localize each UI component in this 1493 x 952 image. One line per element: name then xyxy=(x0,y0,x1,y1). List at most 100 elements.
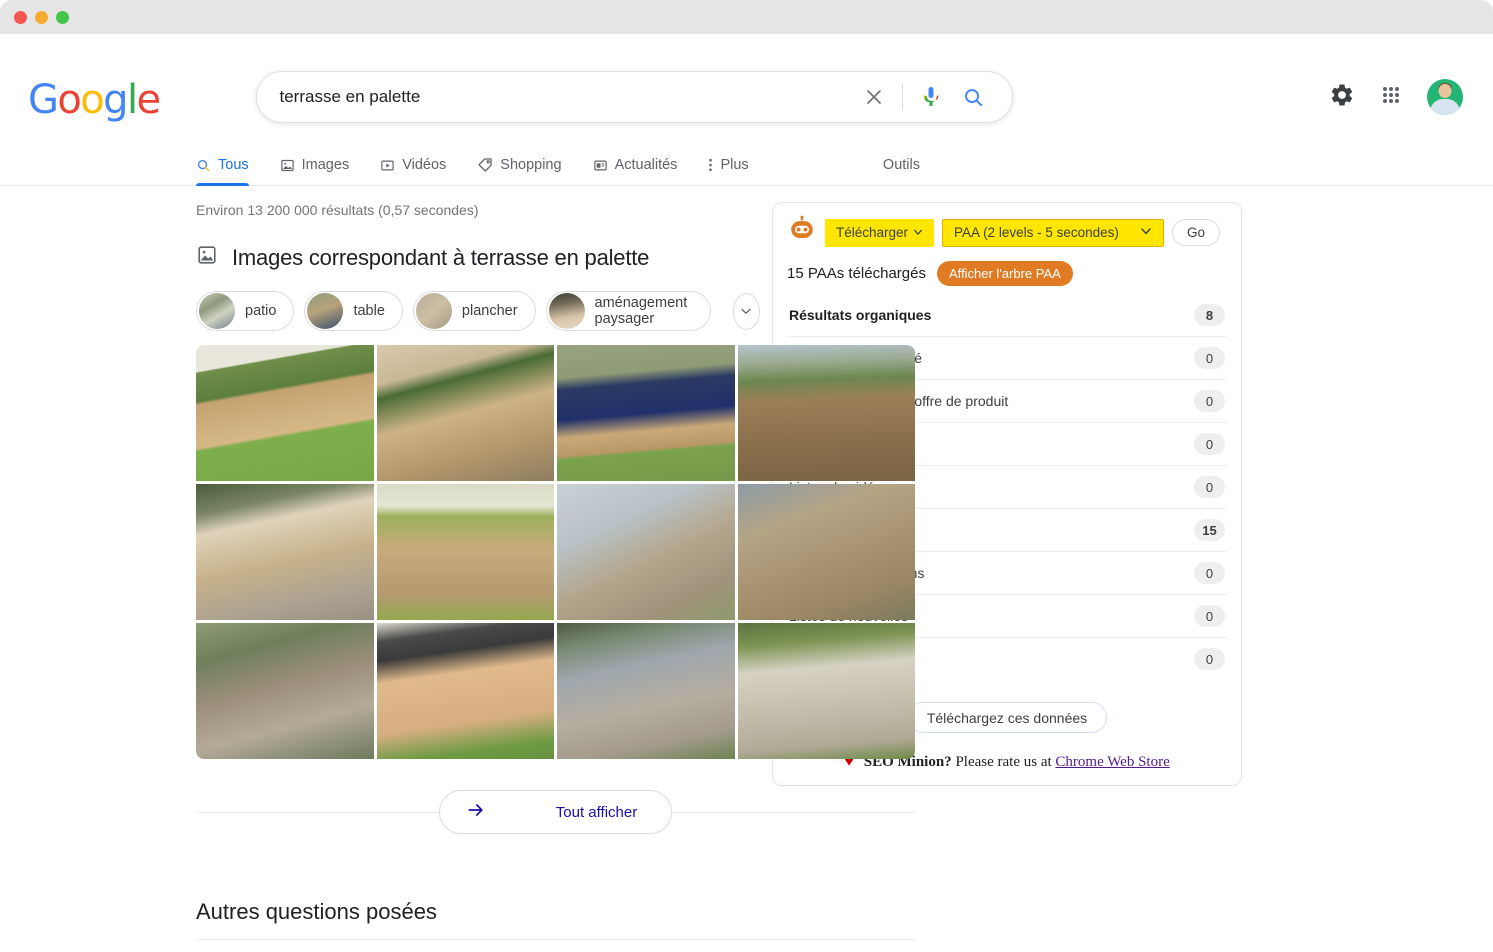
image-thumbnail[interactable] xyxy=(376,345,554,481)
image-refinement-chips: patio table plancher aménagement paysage… xyxy=(196,291,760,331)
video-icon xyxy=(380,158,395,173)
arrow-right-icon xyxy=(466,800,486,824)
row-count-badge: 15 xyxy=(1194,519,1225,541)
show-all-row: Tout afficher xyxy=(196,785,915,839)
chevron-down-icon[interactable] xyxy=(732,292,760,330)
image-thumbnail[interactable] xyxy=(737,623,915,759)
search-divider xyxy=(902,84,904,110)
tag-icon xyxy=(477,157,493,173)
images-block-title: Images correspondant à terrasse en palet… xyxy=(232,244,650,270)
seo-minion-status-row: 15 PAAs téléchargés Afficher l'arbre PAA xyxy=(787,261,1227,286)
chip-thumbnail xyxy=(415,293,452,329)
chip-amenagement-paysager[interactable]: aménagement paysager xyxy=(545,291,711,331)
voice-search-button[interactable] xyxy=(910,76,952,118)
close-window-button[interactable] xyxy=(14,10,27,24)
chip-thumbnail xyxy=(548,293,585,329)
traffic-lights xyxy=(14,10,69,24)
tab-shopping[interactable]: Shopping xyxy=(477,157,562,186)
image-thumbnail[interactable] xyxy=(376,623,554,759)
chip-label: table xyxy=(353,303,385,319)
row-count-badge: 0 xyxy=(1194,605,1225,627)
browser-titlebar xyxy=(0,0,1493,34)
image-thumbnail[interactable] xyxy=(376,484,554,620)
image-thumbnail[interactable] xyxy=(557,484,735,620)
chrome-web-store-link[interactable]: Chrome Web Store xyxy=(1055,754,1169,770)
clear-search-button[interactable] xyxy=(853,76,895,118)
chip-label: patio xyxy=(245,303,277,319)
avatar-head xyxy=(1438,84,1452,98)
download-label: Télécharger xyxy=(836,225,909,240)
tab-label: Images xyxy=(301,157,350,173)
google-logo[interactable]: Google xyxy=(28,74,161,120)
google-serp-page: Google terrasse en palette Tous Images V… xyxy=(0,34,1493,952)
images-block-header: Images correspondant à terrasse en palet… xyxy=(196,244,760,271)
chevron-down-icon xyxy=(913,225,923,240)
tab-label: Actualités xyxy=(614,157,678,173)
row-count-badge: 0 xyxy=(1194,433,1225,455)
tab-label: Plus xyxy=(720,157,749,173)
search-box-actions xyxy=(853,76,994,118)
tab-label: Tous xyxy=(218,157,249,173)
image-thumbnail[interactable] xyxy=(737,345,915,481)
chip-table[interactable]: table xyxy=(304,291,403,331)
paa-mode-value: PAA (2 levels - 5 secondes) xyxy=(954,225,1119,240)
tools-button[interactable]: Outils xyxy=(883,157,920,186)
image-thumbnail[interactable] xyxy=(196,345,374,481)
row-count-badge: 0 xyxy=(1194,476,1225,498)
paa-downloaded-count: 15 PAAs téléchargés xyxy=(787,265,926,282)
tab-actualites[interactable]: Actualités xyxy=(593,157,678,186)
row-count-badge: 0 xyxy=(1194,562,1225,584)
search-box[interactable] xyxy=(256,71,1014,123)
image-thumbnail[interactable] xyxy=(196,484,374,620)
chip-thumbnail xyxy=(199,293,235,329)
news-icon xyxy=(593,158,608,173)
serp-nav: Tous Images Vidéos Shopping Actualités P… xyxy=(0,138,1493,186)
chip-thumbnail xyxy=(307,293,344,329)
gear-icon[interactable] xyxy=(1329,82,1355,113)
tab-images[interactable]: Images xyxy=(280,157,350,186)
chip-label: plancher xyxy=(461,303,518,319)
avatar-body xyxy=(1430,99,1460,115)
image-thumbnail[interactable] xyxy=(557,345,735,481)
image-icon xyxy=(196,244,218,271)
row-label: Résultats organiques xyxy=(789,307,932,323)
paa-mode-select[interactable]: PAA (2 levels - 5 secondes) xyxy=(942,218,1165,247)
image-thumbnail[interactable] xyxy=(557,623,735,759)
seo-minion-toolbar: Télécharger PAA (2 levels - 5 secondes) … xyxy=(787,215,1227,250)
chip-patio[interactable]: patio xyxy=(196,291,295,331)
show-all-images-button[interactable]: Tout afficher xyxy=(438,790,673,834)
tab-tous[interactable]: Tous xyxy=(196,157,249,186)
row-count-badge: 0 xyxy=(1194,347,1225,369)
chip-plancher[interactable]: plancher xyxy=(412,291,536,331)
result-stats: Environ 13 200 000 résultats (0,57 secon… xyxy=(196,202,479,218)
row-count-badge: 0 xyxy=(1194,648,1225,670)
header-right-actions xyxy=(1329,79,1493,115)
download-dropdown-button[interactable]: Télécharger xyxy=(825,218,935,247)
chip-label: aménagement paysager xyxy=(594,295,688,327)
row-count-badge: 8 xyxy=(1194,304,1225,326)
go-button[interactable]: Go xyxy=(1172,219,1221,246)
search-submit-button[interactable] xyxy=(952,76,994,118)
row-count-badge: 0 xyxy=(1194,390,1225,412)
robot-icon xyxy=(787,215,817,250)
avatar[interactable] xyxy=(1427,79,1463,115)
search-input[interactable] xyxy=(279,87,854,107)
tab-label: Vidéos xyxy=(402,157,447,173)
tab-videos[interactable]: Vidéos xyxy=(380,157,446,186)
rate-text: Please rate us at xyxy=(955,753,1052,770)
minimize-window-button[interactable] xyxy=(35,10,48,24)
chevron-down-icon xyxy=(1140,225,1152,240)
table-row[interactable]: Résultats organiques 8 xyxy=(787,294,1227,336)
download-data-button[interactable]: Téléchargez ces données xyxy=(906,702,1108,733)
show-paa-tree-button[interactable]: Afficher l'arbre PAA xyxy=(936,261,1073,286)
serp-content: Environ 13 200 000 résultats (0,57 secon… xyxy=(0,186,1493,952)
image-results-grid xyxy=(196,345,915,759)
search-icon xyxy=(196,158,211,173)
show-all-label: Tout afficher xyxy=(555,803,638,821)
image-thumbnail[interactable] xyxy=(196,623,374,759)
results-column: Environ 13 200 000 résultats (0,57 secon… xyxy=(0,186,915,952)
maximize-window-button[interactable] xyxy=(56,10,69,24)
image-thumbnail[interactable] xyxy=(737,484,915,620)
apps-grid-icon[interactable] xyxy=(1379,83,1403,112)
tab-plus[interactable]: Plus xyxy=(708,157,749,186)
